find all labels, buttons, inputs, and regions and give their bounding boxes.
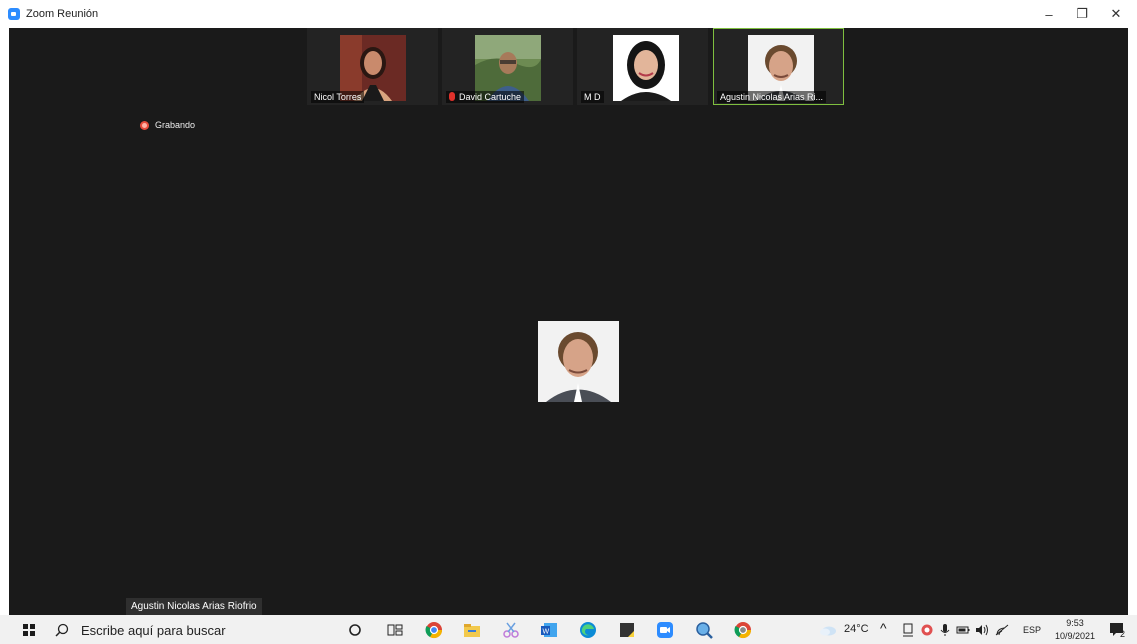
cortana-icon[interactable] <box>345 620 365 640</box>
chrome-profile-icon[interactable] <box>733 620 753 640</box>
search-placeholder: Escribe aquí para buscar <box>81 622 226 638</box>
participant-thumbnail[interactable]: Nicol Torres <box>307 28 438 105</box>
clock-time: 9:53 <box>1066 618 1084 628</box>
title-bar: Zoom Reunión – ❐ ✕ <box>0 0 1137 28</box>
record-icon <box>140 120 149 130</box>
participant-name: M D <box>581 91 604 103</box>
volume-icon[interactable] <box>974 620 990 640</box>
weather-icon[interactable] <box>818 620 838 640</box>
recording-indicator[interactable]: Grabando <box>140 120 195 130</box>
device-icon[interactable] <box>900 620 916 640</box>
participant-name: David Cartuche <box>446 91 525 103</box>
participant-name: Nicol Torres <box>311 91 365 103</box>
edge-icon[interactable] <box>578 620 598 640</box>
search-icon <box>55 623 69 637</box>
recording-label: Grabando <box>155 120 196 130</box>
snip-sketch-icon[interactable] <box>501 620 521 640</box>
mic-muted-icon <box>449 92 455 101</box>
task-view-icon[interactable] <box>385 620 405 640</box>
clock-date: 10/9/2021 <box>1054 631 1096 641</box>
minimize-button[interactable]: – <box>1033 3 1065 25</box>
participant-thumbnail[interactable]: M D <box>577 28 708 105</box>
meeting-video-area: Nicol Torres David Cartuche M D Agustin … <box>9 28 1128 615</box>
participant-name: Agustin Nicolas Arias Ri... <box>717 91 827 103</box>
sticky-notes-icon[interactable] <box>617 620 637 640</box>
zoom-tray-icon[interactable] <box>919 620 935 640</box>
notification-count: 2 <box>1120 629 1126 639</box>
battery-icon[interactable] <box>955 620 971 640</box>
active-speaker-name: Agustin Nicolas Arias Riofrio <box>126 598 262 615</box>
taskbar-clock[interactable]: 9:53 10/9/2021 <box>1053 617 1097 643</box>
word-icon[interactable]: W <box>539 620 559 640</box>
participant-video-md <box>613 35 679 101</box>
participant-thumbnail[interactable]: David Cartuche <box>442 28 573 105</box>
participant-thumbnail-active[interactable]: Agustin Nicolas Arias Ri... <box>713 28 844 105</box>
input-language[interactable]: ESP <box>1023 625 1041 635</box>
windows-start-icon[interactable] <box>23 624 35 636</box>
chrome-icon[interactable] <box>424 620 444 640</box>
restore-button[interactable]: ❐ <box>1066 3 1098 25</box>
windows-taskbar: Escribe aquí para buscar W 24°C ^ ESP 9:… <box>0 615 1137 644</box>
taskbar-search-box[interactable]: Escribe aquí para buscar <box>55 619 305 641</box>
active-speaker-video <box>538 321 619 402</box>
close-button[interactable]: ✕ <box>1100 3 1132 25</box>
zoom-app-icon <box>8 8 20 20</box>
wifi-icon[interactable] <box>994 620 1010 640</box>
microphone-icon[interactable] <box>937 620 953 640</box>
magnifier-icon[interactable] <box>694 620 714 640</box>
show-hidden-icons-chevron-icon[interactable]: ^ <box>880 620 887 636</box>
svg-text:W: W <box>543 629 550 636</box>
file-explorer-icon[interactable] <box>462 620 482 640</box>
window-title: Zoom Reunión <box>26 8 99 20</box>
weather-temperature[interactable]: 24°C <box>844 623 869 635</box>
zoom-taskbar-icon[interactable] <box>655 620 675 640</box>
